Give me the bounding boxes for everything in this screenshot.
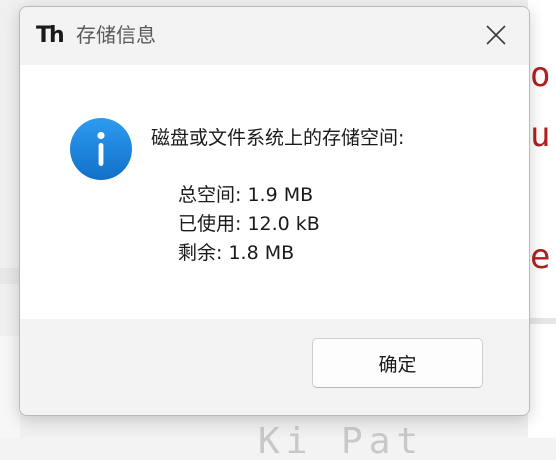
used-space-line: 已使用: 12.0 kB bbox=[178, 213, 320, 235]
background-code-char: u bbox=[530, 115, 551, 155]
remaining-space-line: 剩余: 1.8 MB bbox=[178, 242, 295, 264]
background-bottom-text: Ki Pat bbox=[258, 424, 425, 460]
info-icon bbox=[70, 118, 132, 180]
storage-details: 总空间: 1.9 MB 已使用: 12.0 kB 剩余: 1.8 MB bbox=[178, 181, 320, 268]
dialog-title: 存储信息 bbox=[76, 23, 156, 47]
background-left-band bbox=[0, 268, 20, 284]
close-icon bbox=[486, 25, 506, 45]
background-code-char: o bbox=[530, 55, 551, 95]
background-divider bbox=[528, 318, 556, 324]
total-space-line: 总空间: 1.9 MB bbox=[178, 184, 314, 206]
dialog-content: 磁盘或文件系统上的存储空间: 总空间: 1.9 MB 已使用: 12.0 kB … bbox=[20, 65, 529, 319]
storage-info-dialog: Th 存储信息 磁盘或文件系统上的存储空间: 总空间: 1.9 MB 已使用: bbox=[19, 6, 530, 416]
app-logo-icon: Th bbox=[36, 23, 65, 48]
background-code-char: e bbox=[530, 237, 551, 277]
background-left-panel bbox=[0, 336, 20, 438]
dialog-titlebar: Th 存储信息 bbox=[20, 7, 529, 65]
ok-button[interactable]: 确定 bbox=[312, 338, 483, 388]
dialog-message: 磁盘或文件系统上的存储空间: bbox=[151, 127, 405, 149]
dialog-footer: 确定 bbox=[20, 319, 529, 415]
close-button[interactable] bbox=[474, 17, 518, 53]
